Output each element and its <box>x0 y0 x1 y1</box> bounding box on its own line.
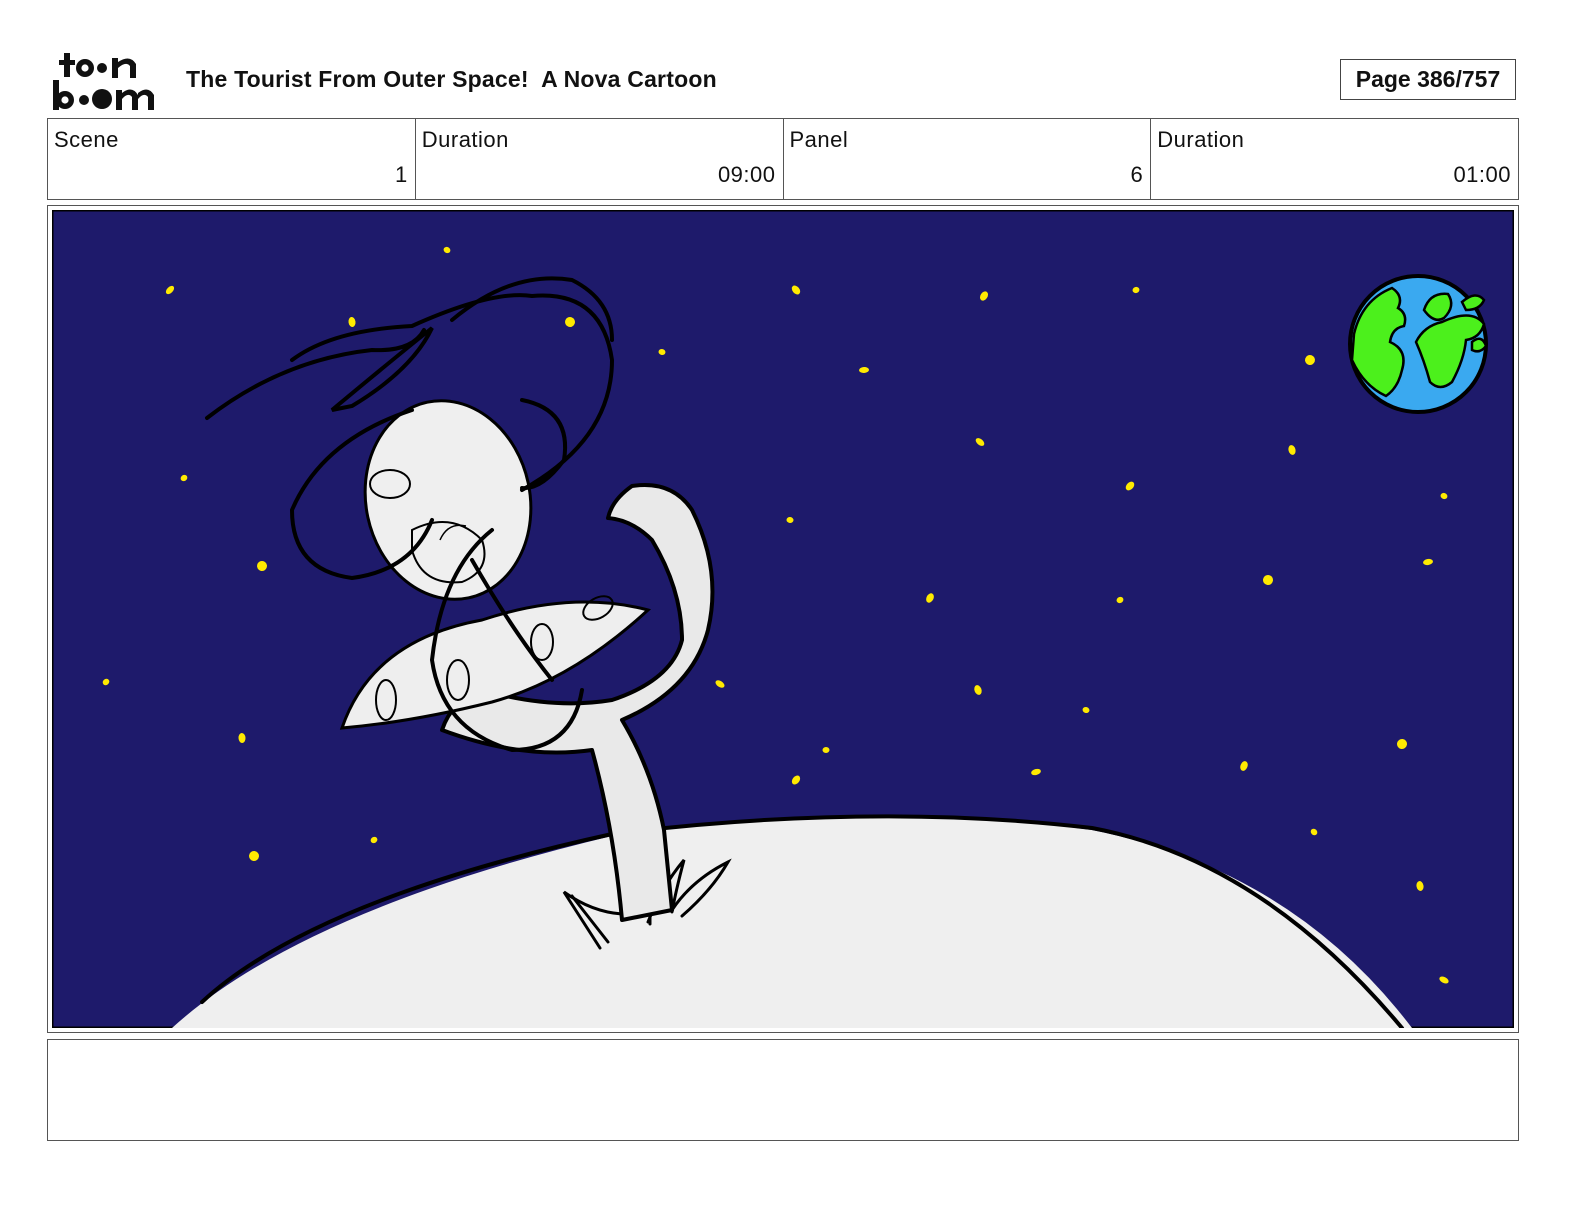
scene-duration-label: Duration <box>421 127 509 152</box>
panel-duration-cell: Duration 01:00 <box>1151 119 1518 199</box>
panel-label: Panel <box>789 127 849 152</box>
panel-duration-label: Duration <box>1157 127 1245 152</box>
panel-drawing <box>52 210 1514 1028</box>
panel-info-table: Scene 1 Duration 09:00 Panel 6 Duration … <box>47 118 1519 200</box>
storyboard-panel <box>47 205 1519 1033</box>
scene-label: Scene <box>54 127 119 152</box>
panel-duration-value: 01:00 <box>1453 162 1511 187</box>
toon-boom-logo <box>50 50 165 112</box>
page-indicator: Page 386/757 <box>1340 59 1516 100</box>
panel-caption-box <box>47 1039 1519 1141</box>
panel-cell: Panel 6 <box>784 119 1152 199</box>
panel-value: 6 <box>1130 162 1144 187</box>
scene-value: 1 <box>395 162 408 187</box>
scene-duration-value: 09:00 <box>717 162 776 187</box>
scene-duration-cell: Duration 09:00 <box>416 119 784 199</box>
page-number: Page 386/757 <box>1355 66 1501 92</box>
toon-boom-logo-mark <box>53 53 154 110</box>
document-title: The Tourist From Outer Space! A Nova Car… <box>186 66 717 92</box>
scene-cell: Scene 1 <box>48 119 416 199</box>
earth-planet <box>1348 274 1488 414</box>
